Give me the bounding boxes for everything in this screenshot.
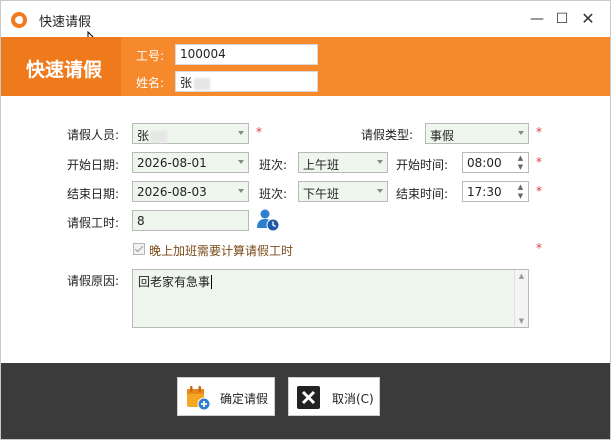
overtime-checkbox-label[interactable]: 晚上加班需要计算请假工时 (149, 242, 293, 259)
redacted-blur (194, 77, 211, 90)
end-time-label: 结束时间: (396, 187, 449, 201)
name-field[interactable]: 张 (175, 71, 318, 92)
required-mark: * (256, 125, 262, 139)
start-date-value: 2026-08-01 (137, 156, 207, 170)
required-mark: * (536, 184, 542, 198)
cancel-button[interactable]: 取消(C) (288, 377, 380, 416)
spin-up-icon[interactable]: ▲ (516, 154, 525, 162)
window-title: 快速请假 (39, 15, 92, 30)
chevron-down-icon (377, 189, 383, 193)
hours-label: 请假工时: (67, 216, 120, 230)
chevron-down-icon (238, 160, 244, 164)
reason-scrollbar[interactable]: ▲ ▼ (514, 270, 528, 327)
name-label: 姓名: (136, 76, 165, 90)
end-shift-select[interactable]: 下午班 (298, 181, 388, 202)
start-shift-select[interactable]: 上午班 (298, 152, 388, 173)
name-value: 张 (180, 76, 193, 90)
hours-value: 8 (137, 214, 145, 228)
cancel-label: 取消(C) (332, 392, 374, 406)
applicant-select[interactable]: 张 (132, 123, 249, 144)
required-mark: * (536, 241, 542, 255)
overtime-checkbox[interactable] (133, 243, 145, 255)
leave-type-select[interactable]: 事假 (425, 123, 529, 144)
chevron-down-icon (518, 131, 524, 135)
end-date-label: 结束日期: (67, 187, 120, 201)
required-mark: * (536, 125, 542, 139)
start-shift-value: 上午班 (303, 158, 340, 172)
end-time-spinner[interactable]: 17:30 ▲ ▼ (462, 181, 529, 202)
chevron-down-icon (238, 131, 244, 135)
scroll-down-icon[interactable]: ▼ (515, 315, 528, 327)
employee-id-field[interactable]: 100004 (175, 44, 318, 65)
redacted-blur (151, 130, 168, 143)
reason-label: 请假原因: (67, 274, 120, 288)
end-date-value: 2026-08-03 (137, 185, 207, 199)
chevron-down-icon (238, 189, 244, 193)
calendar-add-icon (187, 386, 211, 411)
close-icon (297, 386, 320, 409)
end-shift-label: 班次: (259, 187, 288, 201)
confirm-leave-label: 确定请假 (220, 392, 269, 406)
header-banner: 快速请假 工号: 100004 姓名: 张 (1, 37, 610, 96)
chevron-down-icon (377, 160, 383, 164)
employee-id-label: 工号: (136, 49, 165, 63)
employee-id-value: 100004 (180, 47, 226, 61)
maximize-button[interactable]: ☐ (552, 11, 572, 27)
start-time-value: 08:00 (467, 156, 502, 170)
banner-title: 快速请假 (26, 59, 103, 81)
hours-field[interactable]: 8 (132, 210, 249, 231)
applicant-value: 张 (137, 129, 150, 143)
text-caret (211, 275, 213, 289)
required-mark: * (536, 155, 542, 169)
start-date-picker[interactable]: 2026-08-01 (132, 152, 249, 173)
end-shift-value: 下午班 (303, 187, 340, 201)
confirm-leave-button[interactable]: 确定请假 (177, 377, 275, 416)
start-shift-label: 班次: (259, 158, 288, 172)
scroll-up-icon[interactable]: ▲ (515, 270, 528, 282)
app-logo-icon (11, 12, 27, 28)
spin-down-icon[interactable]: ▼ (516, 192, 525, 200)
leave-type-value: 事假 (430, 129, 455, 143)
applicant-label: 请假人员: (67, 128, 120, 142)
footer-bar: 确定请假 取消(C) (1, 363, 610, 439)
reason-value: 回老家有急事 (138, 275, 211, 289)
spin-up-icon[interactable]: ▲ (516, 183, 525, 191)
user-clock-icon[interactable] (256, 208, 280, 232)
minimize-button[interactable]: — (527, 11, 547, 27)
reason-textarea[interactable]: 回老家有急事 ▲ ▼ (132, 269, 529, 328)
end-date-picker[interactable]: 2026-08-03 (132, 181, 249, 202)
start-time-label: 开始时间: (396, 158, 449, 172)
spin-down-icon[interactable]: ▼ (516, 163, 525, 171)
close-button[interactable]: ✕ (578, 11, 598, 27)
leave-request-window: 快速请假 — ☐ ✕ 快速请假 工号: 100004 姓名: 张 请假人员: 张… (0, 0, 611, 440)
start-time-spinner[interactable]: 08:00 ▲ ▼ (462, 152, 529, 173)
start-date-label: 开始日期: (67, 158, 120, 172)
banner-title-block: 快速请假 (1, 37, 121, 96)
end-time-value: 17:30 (467, 185, 502, 199)
leave-type-label: 请假类型: (361, 128, 414, 142)
